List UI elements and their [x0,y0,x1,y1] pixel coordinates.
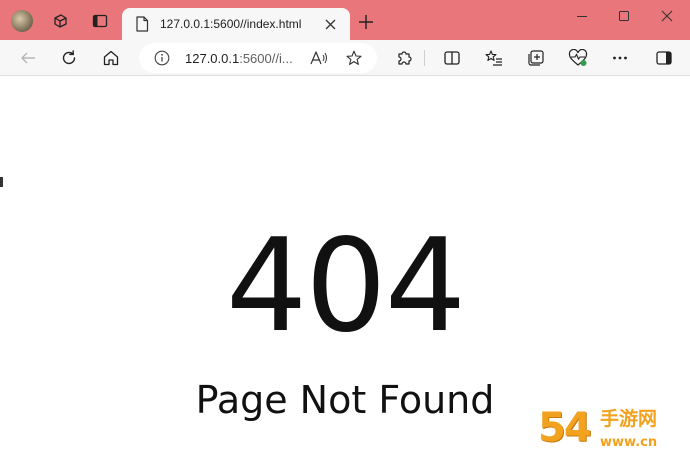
home-button[interactable] [99,46,123,70]
browser-essentials-button[interactable] [566,46,590,70]
window-close-button[interactable] [656,6,678,26]
address-url[interactable]: 127.0.0.1:5600//i... [185,51,293,66]
split-screen-button[interactable] [440,46,464,70]
navigation-toolbar: 127.0.0.1:5600//i... [0,40,690,76]
toolbar-divider [424,50,425,66]
back-button[interactable] [16,46,40,70]
watermark-chinese-text: 手游网 [600,408,658,430]
sidebar-button[interactable] [652,46,676,70]
sidebar-icon [656,51,672,65]
workspaces-icon[interactable] [49,10,71,32]
home-icon [103,50,119,66]
address-path: :5600//i... [239,50,293,66]
favorites-button[interactable] [482,46,506,70]
site-watermark: 54 手游网 www.cn [538,400,688,470]
minimize-button[interactable] [571,6,593,26]
refresh-button[interactable] [57,46,81,70]
address-bar[interactable]: 127.0.0.1:5600//i... [139,43,377,73]
profile-avatar[interactable] [11,10,33,32]
minimize-icon [577,16,587,17]
collections-button[interactable] [524,46,548,70]
more-dots-icon [613,56,627,60]
watermark-digits: 54 [538,405,592,451]
star-icon[interactable] [344,49,364,67]
watermark-domain: www.cn [600,435,658,450]
maximize-button[interactable] [613,6,635,26]
collections-icon [528,50,544,66]
maximize-icon [619,11,629,21]
favorites-list-icon [485,50,502,66]
more-button[interactable] [608,46,632,70]
address-host: 127.0.0.1 [185,50,240,66]
title-bar: 127.0.0.1:5600//index.html [0,0,690,40]
close-icon [661,10,673,22]
tab-close-icon[interactable] [322,16,338,32]
error-code: 404 [225,212,466,361]
scroll-edge-mark [0,177,3,187]
heart-pulse-icon [568,49,588,66]
new-tab-button[interactable] [356,12,376,32]
info-icon[interactable] [153,49,171,67]
tab-title: 127.0.0.1:5600//index.html [160,17,302,31]
tab-active[interactable]: 127.0.0.1:5600//index.html [122,8,350,40]
read-aloud-icon[interactable] [309,49,329,67]
split-screen-icon [444,51,460,65]
extensions-button[interactable] [393,46,417,70]
tab-actions-icon[interactable] [89,10,111,32]
plus-icon [359,15,373,29]
puzzle-icon [398,51,412,65]
back-arrow-icon [21,52,35,64]
document-icon [134,16,150,32]
refresh-icon [62,50,76,65]
